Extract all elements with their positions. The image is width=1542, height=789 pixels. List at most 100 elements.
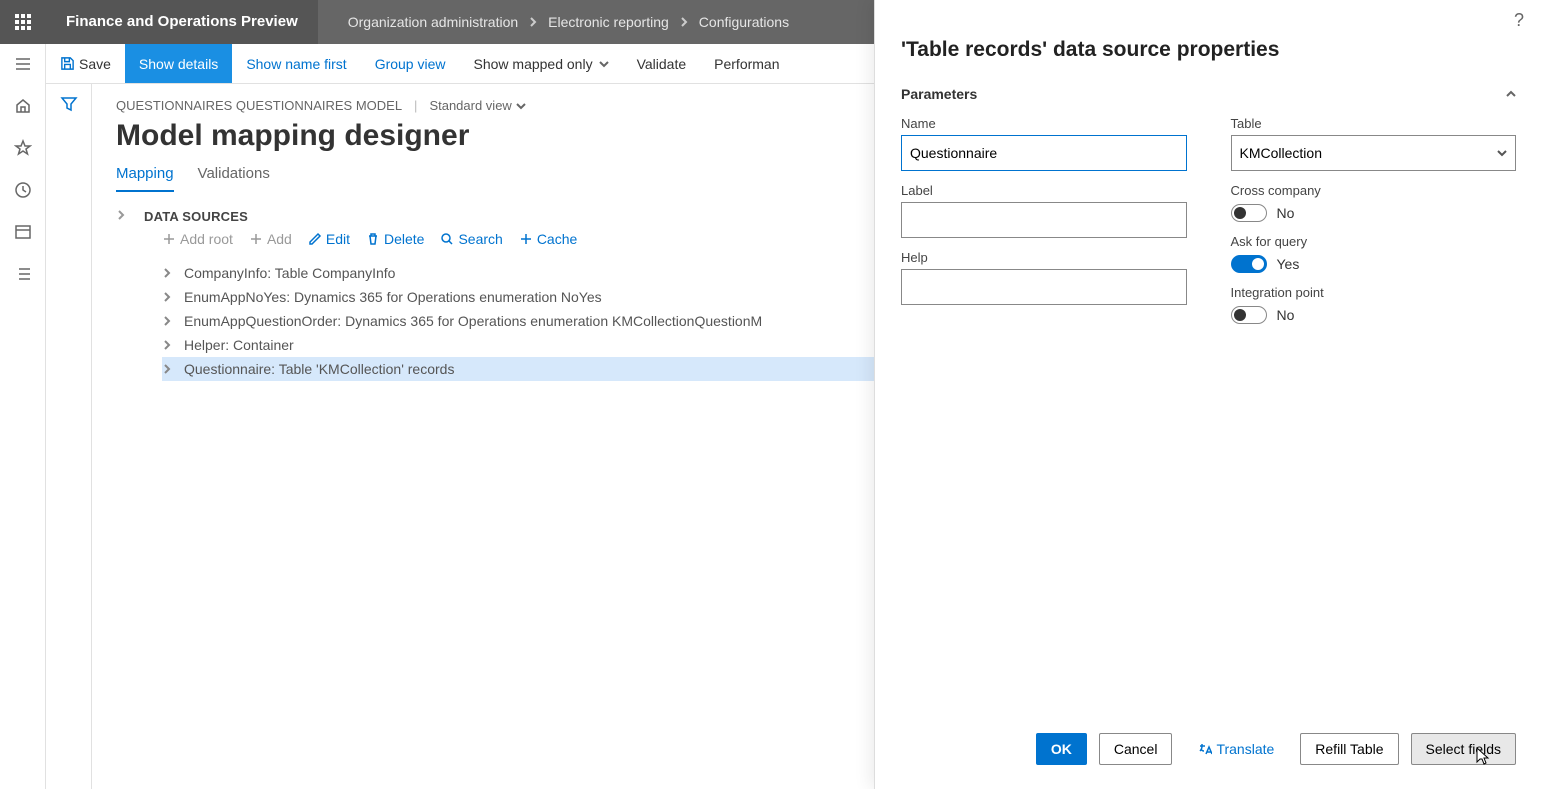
plus-icon	[249, 232, 263, 246]
integration-label: Integration point	[1231, 285, 1517, 300]
select-fields-button[interactable]: Select fields	[1411, 733, 1516, 765]
tab-mapping[interactable]: Mapping	[116, 165, 174, 192]
home-icon[interactable]	[11, 94, 35, 118]
breadcrumb-item[interactable]: Configurations	[699, 14, 789, 30]
chevron-up-icon	[1506, 86, 1516, 102]
cache-label: Cache	[537, 231, 577, 247]
cross-company-value: No	[1277, 205, 1295, 221]
left-rail	[0, 44, 46, 789]
add-label: Add	[267, 231, 292, 247]
group-view-button[interactable]: Group view	[361, 44, 460, 83]
view-selector[interactable]: Standard view	[429, 98, 525, 113]
pencil-icon	[308, 232, 322, 246]
panel-section-header[interactable]: Parameters	[901, 86, 1516, 102]
field-name: Name	[901, 116, 1187, 171]
workspace-icon[interactable]	[11, 220, 35, 244]
delete-button[interactable]: Delete	[366, 231, 424, 247]
star-icon[interactable]	[11, 136, 35, 160]
plus-icon	[519, 232, 533, 246]
show-mapped-only-button[interactable]: Show mapped only	[460, 44, 623, 83]
field-ask-for-query: Ask for query Yes	[1231, 234, 1517, 273]
chevron-right-icon	[518, 14, 548, 30]
expand-caret-icon[interactable]	[116, 207, 130, 225]
chevron-down-icon	[1497, 148, 1507, 158]
chevron-right-icon	[162, 361, 174, 377]
list-icon[interactable]	[11, 262, 35, 286]
hamburger-icon[interactable]	[11, 52, 35, 76]
add-root-button[interactable]: Add root	[162, 231, 233, 247]
form-grid: Name Label Help Table KMCollection C	[901, 116, 1516, 324]
ask-for-query-toggle[interactable]	[1231, 255, 1267, 273]
add-root-label: Add root	[180, 231, 233, 247]
ask-for-query-label: Ask for query	[1231, 234, 1517, 249]
filter-strip	[46, 84, 92, 789]
cache-button[interactable]: Cache	[519, 231, 577, 247]
edit-button[interactable]: Edit	[308, 231, 350, 247]
properties-panel: ? 'Table records' data source properties…	[874, 0, 1542, 789]
panel-title: 'Table records' data source properties	[901, 38, 1516, 62]
filter-icon[interactable]	[57, 92, 81, 116]
ok-button[interactable]: OK	[1036, 733, 1087, 765]
chevron-right-icon	[162, 313, 174, 329]
view-label: Standard view	[429, 98, 511, 113]
cross-company-label: Cross company	[1231, 183, 1517, 198]
integration-toggle[interactable]	[1231, 306, 1267, 324]
cross-company-toggle[interactable]	[1231, 204, 1267, 222]
performance-button[interactable]: Performan	[700, 44, 793, 83]
select-fields-label: Select fields	[1426, 741, 1501, 757]
refill-table-button[interactable]: Refill Table	[1300, 733, 1398, 765]
label-input[interactable]	[901, 202, 1187, 238]
brand-name[interactable]: Finance and Operations Preview	[46, 0, 318, 44]
help-input[interactable]	[901, 269, 1187, 305]
search-label: Search	[458, 231, 502, 247]
trash-icon	[366, 232, 380, 246]
performance-label: Performan	[714, 56, 779, 72]
refill-table-label: Refill Table	[1315, 741, 1383, 757]
field-table: Table KMCollection	[1231, 116, 1517, 171]
field-cross-company: Cross company No	[1231, 183, 1517, 222]
search-icon	[440, 232, 454, 246]
save-button[interactable]: Save	[46, 44, 125, 83]
show-details-label: Show details	[139, 56, 218, 72]
waffle-icon	[15, 14, 31, 30]
show-name-first-label: Show name first	[246, 56, 346, 72]
show-name-first-button[interactable]: Show name first	[232, 44, 360, 83]
help-icon[interactable]: ?	[1514, 10, 1524, 31]
clock-icon[interactable]	[11, 178, 35, 202]
translate-button[interactable]: Translate	[1184, 733, 1288, 765]
tree-item-label: Helper: Container	[184, 337, 294, 353]
chevron-right-icon	[162, 265, 174, 281]
model-path: QUESTIONNAIRES QUESTIONNAIRES MODEL	[116, 98, 402, 113]
table-value: KMCollection	[1240, 145, 1322, 161]
field-label: Label	[901, 183, 1187, 238]
field-integration-point: Integration point No	[1231, 285, 1517, 324]
help-label: Help	[901, 250, 1187, 265]
translate-label: Translate	[1216, 741, 1274, 757]
app-launcher[interactable]	[0, 0, 46, 44]
cancel-button[interactable]: Cancel	[1099, 733, 1173, 765]
edit-label: Edit	[326, 231, 350, 247]
section-label: DATA SOURCES	[144, 209, 248, 224]
panel-footer: OK Cancel Translate Refill Table Select …	[901, 715, 1516, 789]
breadcrumb-item[interactable]: Organization administration	[348, 14, 518, 30]
name-input[interactable]	[901, 135, 1187, 171]
add-button[interactable]: Add	[249, 231, 292, 247]
validate-button[interactable]: Validate	[623, 44, 701, 83]
show-details-button[interactable]: Show details	[125, 44, 232, 83]
tab-validations[interactable]: Validations	[198, 165, 270, 192]
label-label: Label	[901, 183, 1187, 198]
tree-item-label: EnumAppNoYes: Dynamics 365 for Operation…	[184, 289, 602, 305]
name-label: Name	[901, 116, 1187, 131]
table-label: Table	[1231, 116, 1517, 131]
form-col-left: Name Label Help	[901, 116, 1187, 324]
delete-label: Delete	[384, 231, 424, 247]
ok-label: OK	[1051, 741, 1072, 757]
show-mapped-only-label: Show mapped only	[474, 56, 593, 72]
tree-item-label: EnumAppQuestionOrder: Dynamics 365 for O…	[184, 313, 762, 329]
breadcrumb-item[interactable]: Electronic reporting	[548, 14, 669, 30]
table-select[interactable]: KMCollection	[1231, 135, 1517, 171]
cancel-label: Cancel	[1114, 741, 1158, 757]
translate-icon	[1198, 742, 1212, 756]
validate-label: Validate	[637, 56, 687, 72]
search-button[interactable]: Search	[440, 231, 502, 247]
